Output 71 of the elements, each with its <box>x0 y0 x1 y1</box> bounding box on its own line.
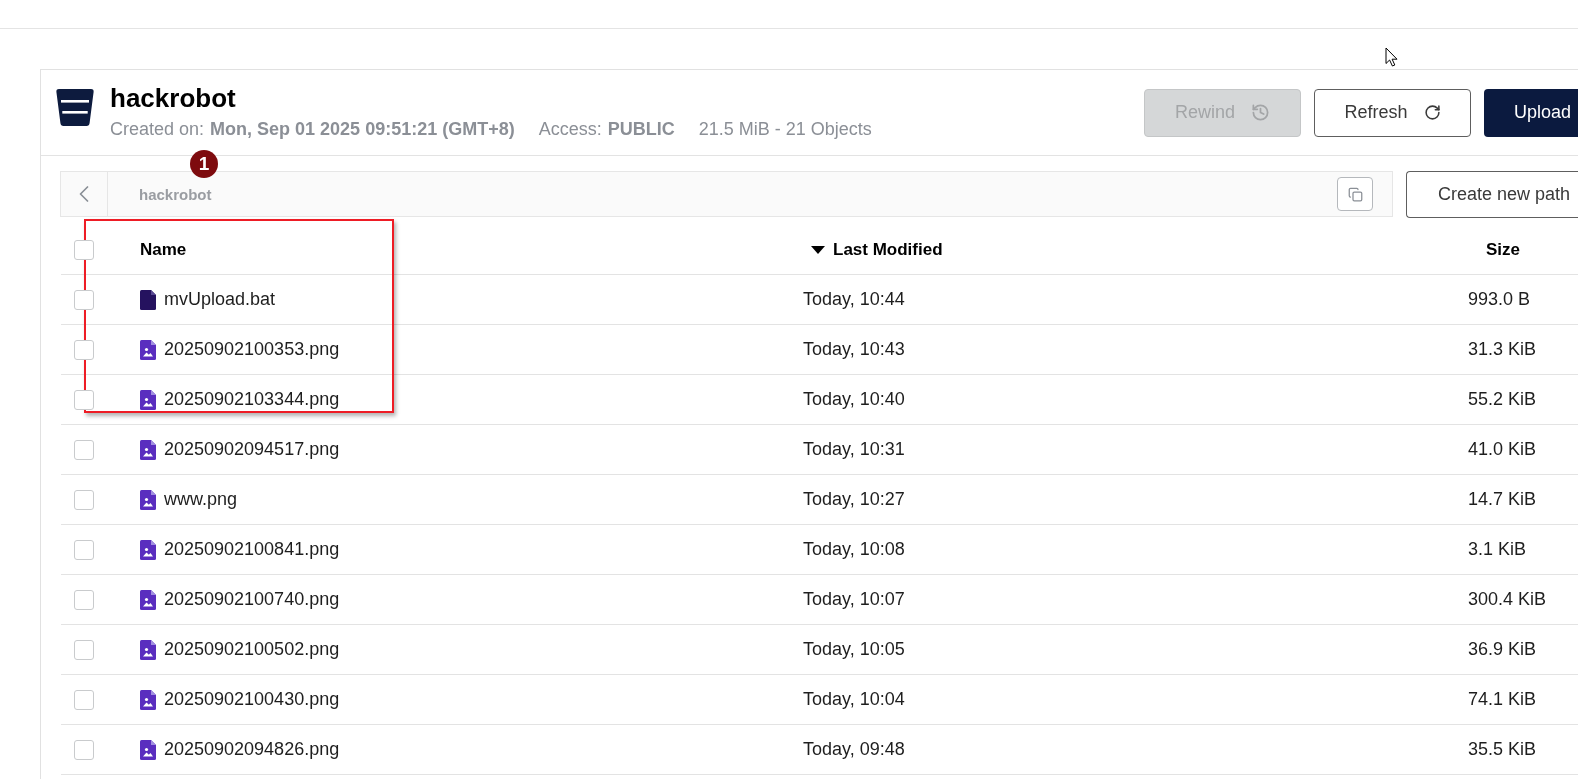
column-header[interactable]: Last Modified <box>803 239 943 260</box>
image-file-icon <box>140 339 156 360</box>
modified-date: Today, 10:43 <box>803 339 905 360</box>
modified-date: Today, 10:44 <box>803 289 905 310</box>
file-name[interactable]: mvUpload.bat <box>164 289 276 310</box>
meta-value: PUBLIC <box>607 118 675 141</box>
row-checkbox[interactable] <box>74 639 94 660</box>
image-file-icon <box>140 739 156 760</box>
file-name[interactable]: 20250902094517.png <box>164 439 340 460</box>
file-name[interactable]: 20250902100430.png <box>164 689 340 710</box>
image-file-icon <box>140 489 156 510</box>
image-file-icon <box>140 539 156 560</box>
file-name[interactable]: 20250902103344.png <box>164 389 340 410</box>
refresh-icon <box>1423 104 1441 121</box>
modified-date: Today, 10:05 <box>803 639 905 660</box>
image-file-icon <box>140 389 156 410</box>
row-checkbox[interactable] <box>74 739 94 760</box>
cursor-icon <box>1385 47 1398 67</box>
bucket-title: hackrobot <box>110 84 236 112</box>
select-all-checkbox[interactable] <box>74 239 94 260</box>
history-icon <box>1251 103 1270 122</box>
row-checkbox[interactable] <box>74 539 94 560</box>
file-size: 3.1 KiB <box>1468 539 1527 560</box>
bucket-usage: 21.5 MiB - 21 Objects <box>698 118 872 141</box>
image-file-icon <box>140 589 156 610</box>
row-checkbox[interactable] <box>74 439 94 460</box>
file-size: 31.3 KiB <box>1468 339 1537 360</box>
meta-label: Created on: <box>110 118 205 141</box>
file-size: 55.2 KiB <box>1468 389 1537 410</box>
image-file-icon <box>140 689 156 710</box>
caret-down-icon <box>811 245 825 254</box>
file-name[interactable]: 20250902094826.png <box>164 739 340 760</box>
meta-value: Mon, Sep 01 2025 09:51:21 (GMT+8) <box>210 118 515 141</box>
image-file-icon <box>140 639 156 660</box>
column-header[interactable]: Name <box>140 239 187 260</box>
file-size: 35.5 KiB <box>1468 739 1537 760</box>
modified-date: Today, 10:07 <box>803 589 905 610</box>
create-path-button[interactable]: Create new path <box>1406 171 1578 218</box>
modified-date: Today, 09:48 <box>803 739 905 760</box>
image-file-icon <box>140 439 156 460</box>
row-checkbox[interactable] <box>74 689 94 710</box>
file-name[interactable]: 20250902100353.png <box>164 339 340 360</box>
row-checkbox[interactable] <box>74 339 94 360</box>
file-icon <box>140 289 156 310</box>
row-checkbox[interactable] <box>74 289 94 310</box>
file-size: 993.0 B <box>1468 289 1531 310</box>
modified-date: Today, 10:27 <box>803 489 905 510</box>
file-name[interactable]: 20250902100841.png <box>164 539 340 560</box>
file-size: 14.7 KiB <box>1468 489 1537 510</box>
modified-date: Today, 10:04 <box>803 689 905 710</box>
file-name[interactable]: 20250902100740.png <box>164 589 340 610</box>
file-size: 74.1 KiB <box>1468 689 1537 710</box>
row-checkbox[interactable] <box>74 589 94 610</box>
refresh-button[interactable]: Refresh <box>1314 88 1471 137</box>
modified-date: Today, 10:31 <box>803 439 905 460</box>
bucket-icon <box>56 89 94 126</box>
file-size: 41.0 KiB <box>1468 439 1537 460</box>
file-name[interactable]: 20250902100502.png <box>164 639 340 660</box>
file-name[interactable]: www.png <box>164 489 238 510</box>
modified-date: Today, 10:08 <box>803 539 905 560</box>
meta-label: Access: <box>538 118 602 141</box>
upload-button[interactable]: Upload <box>1484 88 1578 137</box>
file-size: 300.4 KiB <box>1468 589 1547 610</box>
copy-icon <box>1347 186 1363 202</box>
row-checkbox[interactable] <box>74 389 94 410</box>
copy-button[interactable] <box>1337 177 1373 211</box>
modified-date: Today, 10:40 <box>803 389 905 410</box>
row-checkbox[interactable] <box>74 489 94 510</box>
file-size: 36.9 KiB <box>1468 639 1537 660</box>
column-header[interactable]: Size <box>1468 239 1521 260</box>
annotation-badge: 1 <box>190 150 218 178</box>
